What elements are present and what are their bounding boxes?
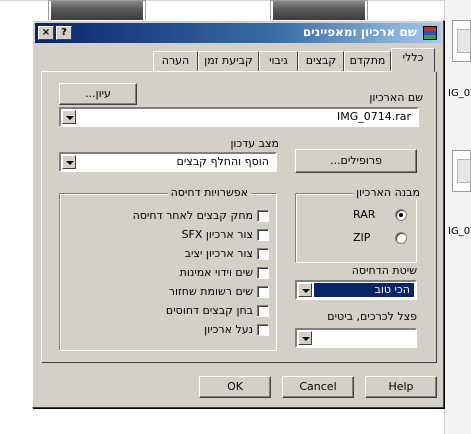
- format-zip-radio[interactable]: [395, 232, 407, 244]
- option-authenticity-label[interactable]: שים וידוי אמינות: [180, 266, 253, 279]
- chevron-down-icon[interactable]: [298, 331, 312, 345]
- option-sfx-label[interactable]: צור ארכיון SFX: [182, 228, 253, 241]
- file-icon: [457, 159, 471, 183]
- update-mode-select[interactable]: הוסף והחלף קבצים: [59, 152, 277, 172]
- format-rar-label[interactable]: RAR: [353, 208, 375, 221]
- dialog-title: שם ארכיון ומאפיינים: [302, 25, 417, 39]
- update-mode-value: הוסף והחלף קבצים: [176, 155, 269, 168]
- option-solid-checkbox[interactable]: [257, 248, 269, 260]
- split-volumes-input[interactable]: [295, 328, 417, 348]
- option-delete-after-label[interactable]: מחק קבצים לאחר דחיסה: [133, 209, 253, 222]
- cancel-button[interactable]: Cancel: [282, 376, 354, 398]
- background-file-thumbnail-2[interactable]: [452, 150, 471, 192]
- photo-icon: [273, 1, 365, 21]
- archive-format-title: מבנה הארכיון: [353, 186, 423, 199]
- photo-icon: [51, 1, 143, 21]
- tab-general[interactable]: כללי: [391, 48, 435, 72]
- format-rar-radio[interactable]: [395, 209, 407, 221]
- ok-button[interactable]: OK: [199, 376, 271, 398]
- option-test-label[interactable]: בחן קבצים דחוסים: [166, 304, 253, 317]
- background-photo-thumbnail: [48, 0, 146, 22]
- option-lock-checkbox[interactable]: [257, 324, 269, 336]
- chevron-down-icon[interactable]: [62, 155, 76, 169]
- option-lock-label[interactable]: נעל ארכיון: [204, 323, 253, 336]
- archive-name-input[interactable]: IMG_0714.rar: [59, 107, 419, 127]
- compression-method-label: שיטת הדחיסה: [351, 264, 417, 277]
- background-photo-thumbnail-2: [270, 0, 368, 22]
- background-file-thumbnail[interactable]: [452, 20, 471, 62]
- chevron-down-icon[interactable]: [62, 110, 76, 124]
- file-icon: [457, 29, 471, 53]
- option-sfx-checkbox[interactable]: [257, 229, 269, 241]
- compression-method-select[interactable]: הכי טוב: [295, 280, 417, 300]
- title-bar[interactable]: שם ארכיון ומאפיינים × ?: [35, 23, 441, 43]
- tab-comment[interactable]: הערה: [153, 51, 198, 71]
- background-file-strip: [444, 0, 471, 434]
- winrar-icon: [423, 26, 437, 40]
- archive-name-value: IMG_0714.rar: [336, 110, 411, 123]
- compression-method-value: הכי טוב: [314, 283, 414, 297]
- close-button[interactable]: ×: [38, 26, 54, 40]
- tab-files[interactable]: קבצים: [298, 51, 344, 71]
- option-recovery-checkbox[interactable]: [257, 286, 269, 298]
- archive-dialog: שם ארכיון ומאפיינים × ? כללי מתקדם קבצים…: [32, 20, 444, 408]
- split-volumes-label: פצל לכרכים, ביטים: [327, 310, 417, 323]
- format-zip-label[interactable]: ZIP: [353, 231, 370, 244]
- update-mode-label: מצב עדכון: [230, 137, 279, 150]
- option-delete-after-checkbox[interactable]: [257, 210, 269, 222]
- background-file-label-2[interactable]: IG_07: [448, 226, 471, 237]
- chevron-down-icon[interactable]: [298, 283, 312, 297]
- option-test-checkbox[interactable]: [257, 305, 269, 317]
- browse-button[interactable]: עיון...: [59, 83, 137, 105]
- option-solid-label[interactable]: צור ארכיון יציב: [185, 247, 253, 260]
- tab-advanced[interactable]: מתקדם: [344, 51, 391, 71]
- help-button[interactable]: Help: [365, 376, 437, 398]
- compression-options-title: אפשרויות דחיסה: [167, 186, 251, 199]
- tab-schedule[interactable]: קביעת זמן: [198, 51, 259, 71]
- option-recovery-label[interactable]: שים רשומת שחזור: [169, 285, 253, 298]
- profiles-button[interactable]: פרופילים...: [295, 149, 417, 173]
- background-file-label[interactable]: IG_0714: [448, 88, 471, 99]
- help-title-button[interactable]: ?: [56, 26, 72, 40]
- option-authenticity-checkbox[interactable]: [257, 267, 269, 279]
- archive-name-label: שם הארכיון: [369, 91, 423, 104]
- archive-format-group: [295, 193, 417, 263]
- tab-backup[interactable]: גיבוי: [259, 51, 298, 71]
